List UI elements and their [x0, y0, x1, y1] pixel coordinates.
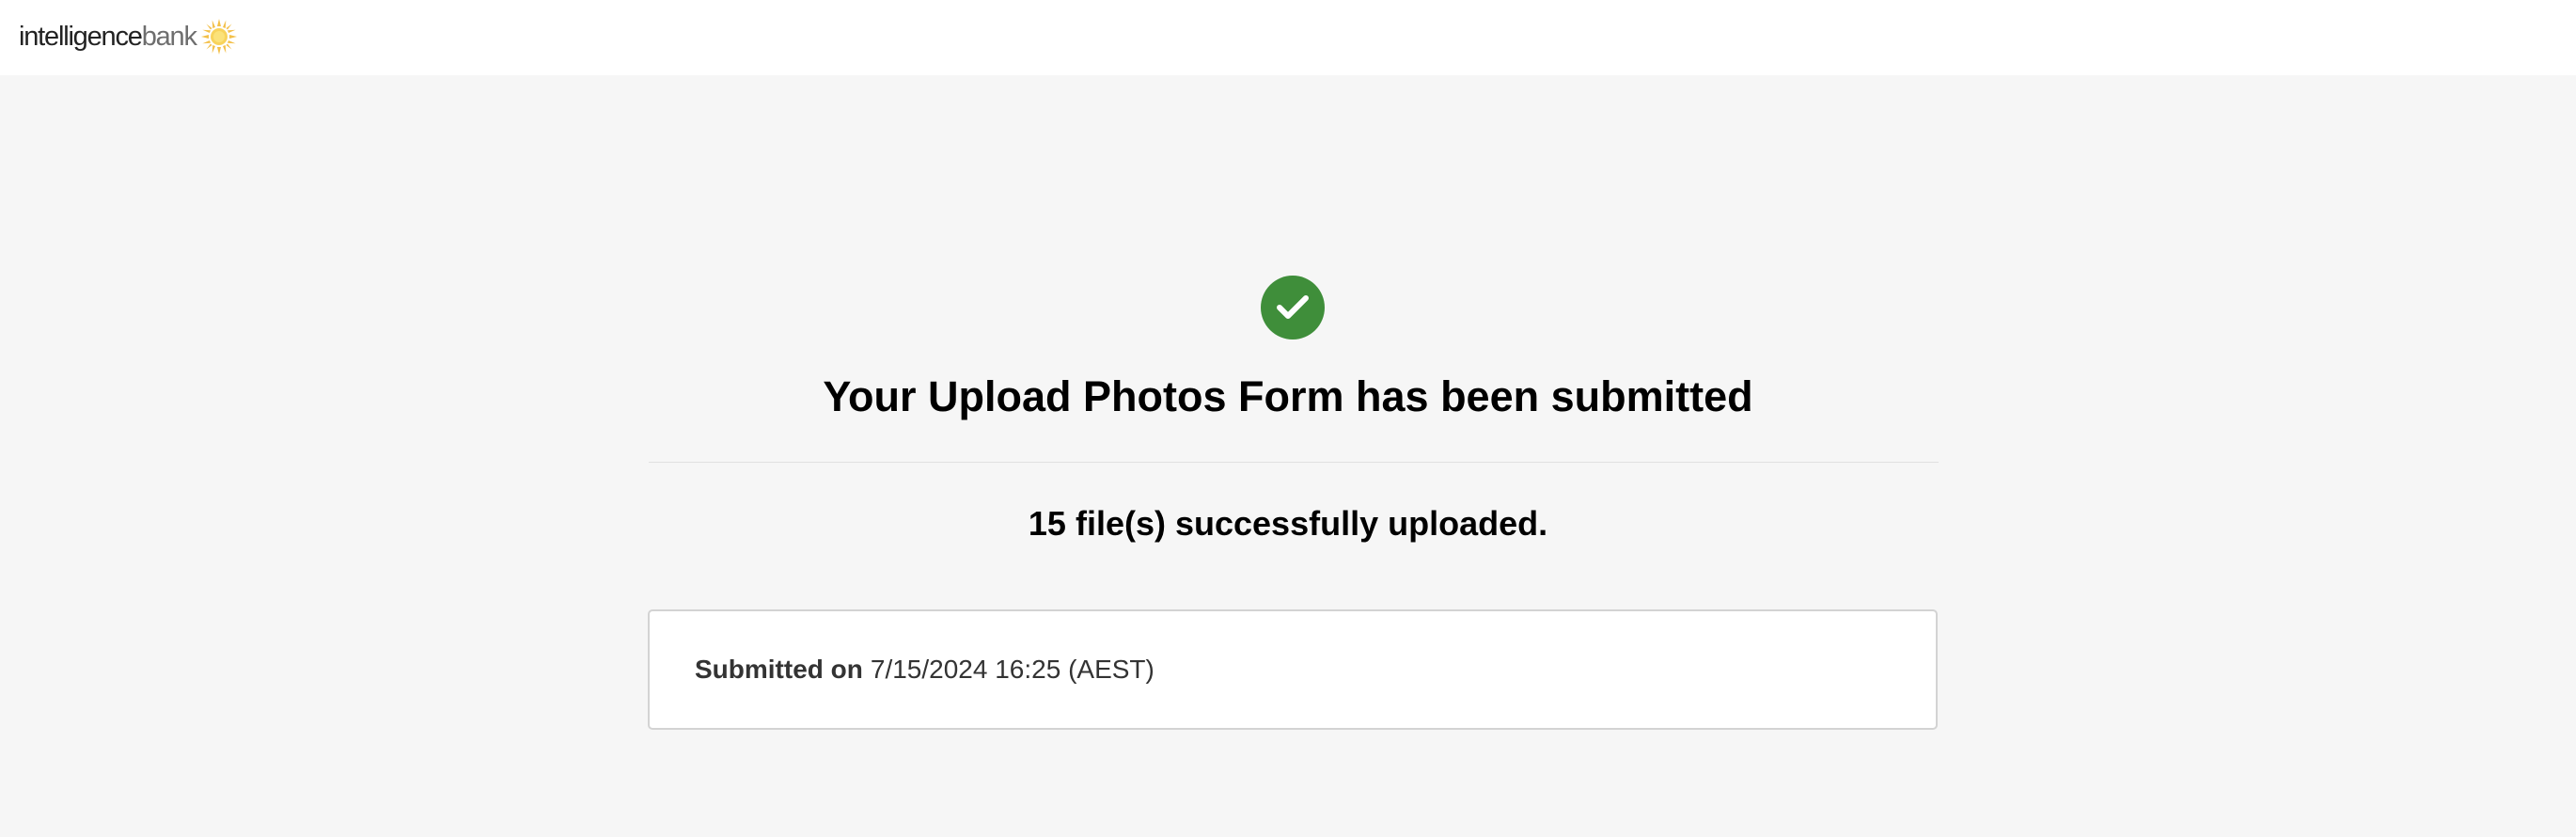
submitted-timestamp: 7/15/2024 16:25 (AEST) [870, 655, 1154, 684]
upload-success-message: 15 file(s) successfully uploaded. [1028, 504, 1548, 543]
page-title: Your Upload Photos Form has been submitt… [823, 372, 1753, 420]
submitted-label: Submitted on [695, 655, 863, 684]
sun-icon [200, 19, 237, 55]
logo-text-dark: intelligence [19, 21, 143, 52]
confirmation-panel: Your Upload Photos Form has been submitt… [0, 75, 2576, 837]
intelligencebank-logo[interactable]: intelligencebank [19, 17, 238, 56]
checkmark-icon [1277, 295, 1309, 319]
submission-info-box: Submitted on 7/15/2024 16:25 (AEST) [648, 609, 1938, 730]
logo-text-light: bank [141, 21, 197, 52]
check-circle-icon [1261, 276, 1325, 340]
top-bar: intelligencebank [0, 0, 2576, 75]
divider [649, 462, 1939, 463]
